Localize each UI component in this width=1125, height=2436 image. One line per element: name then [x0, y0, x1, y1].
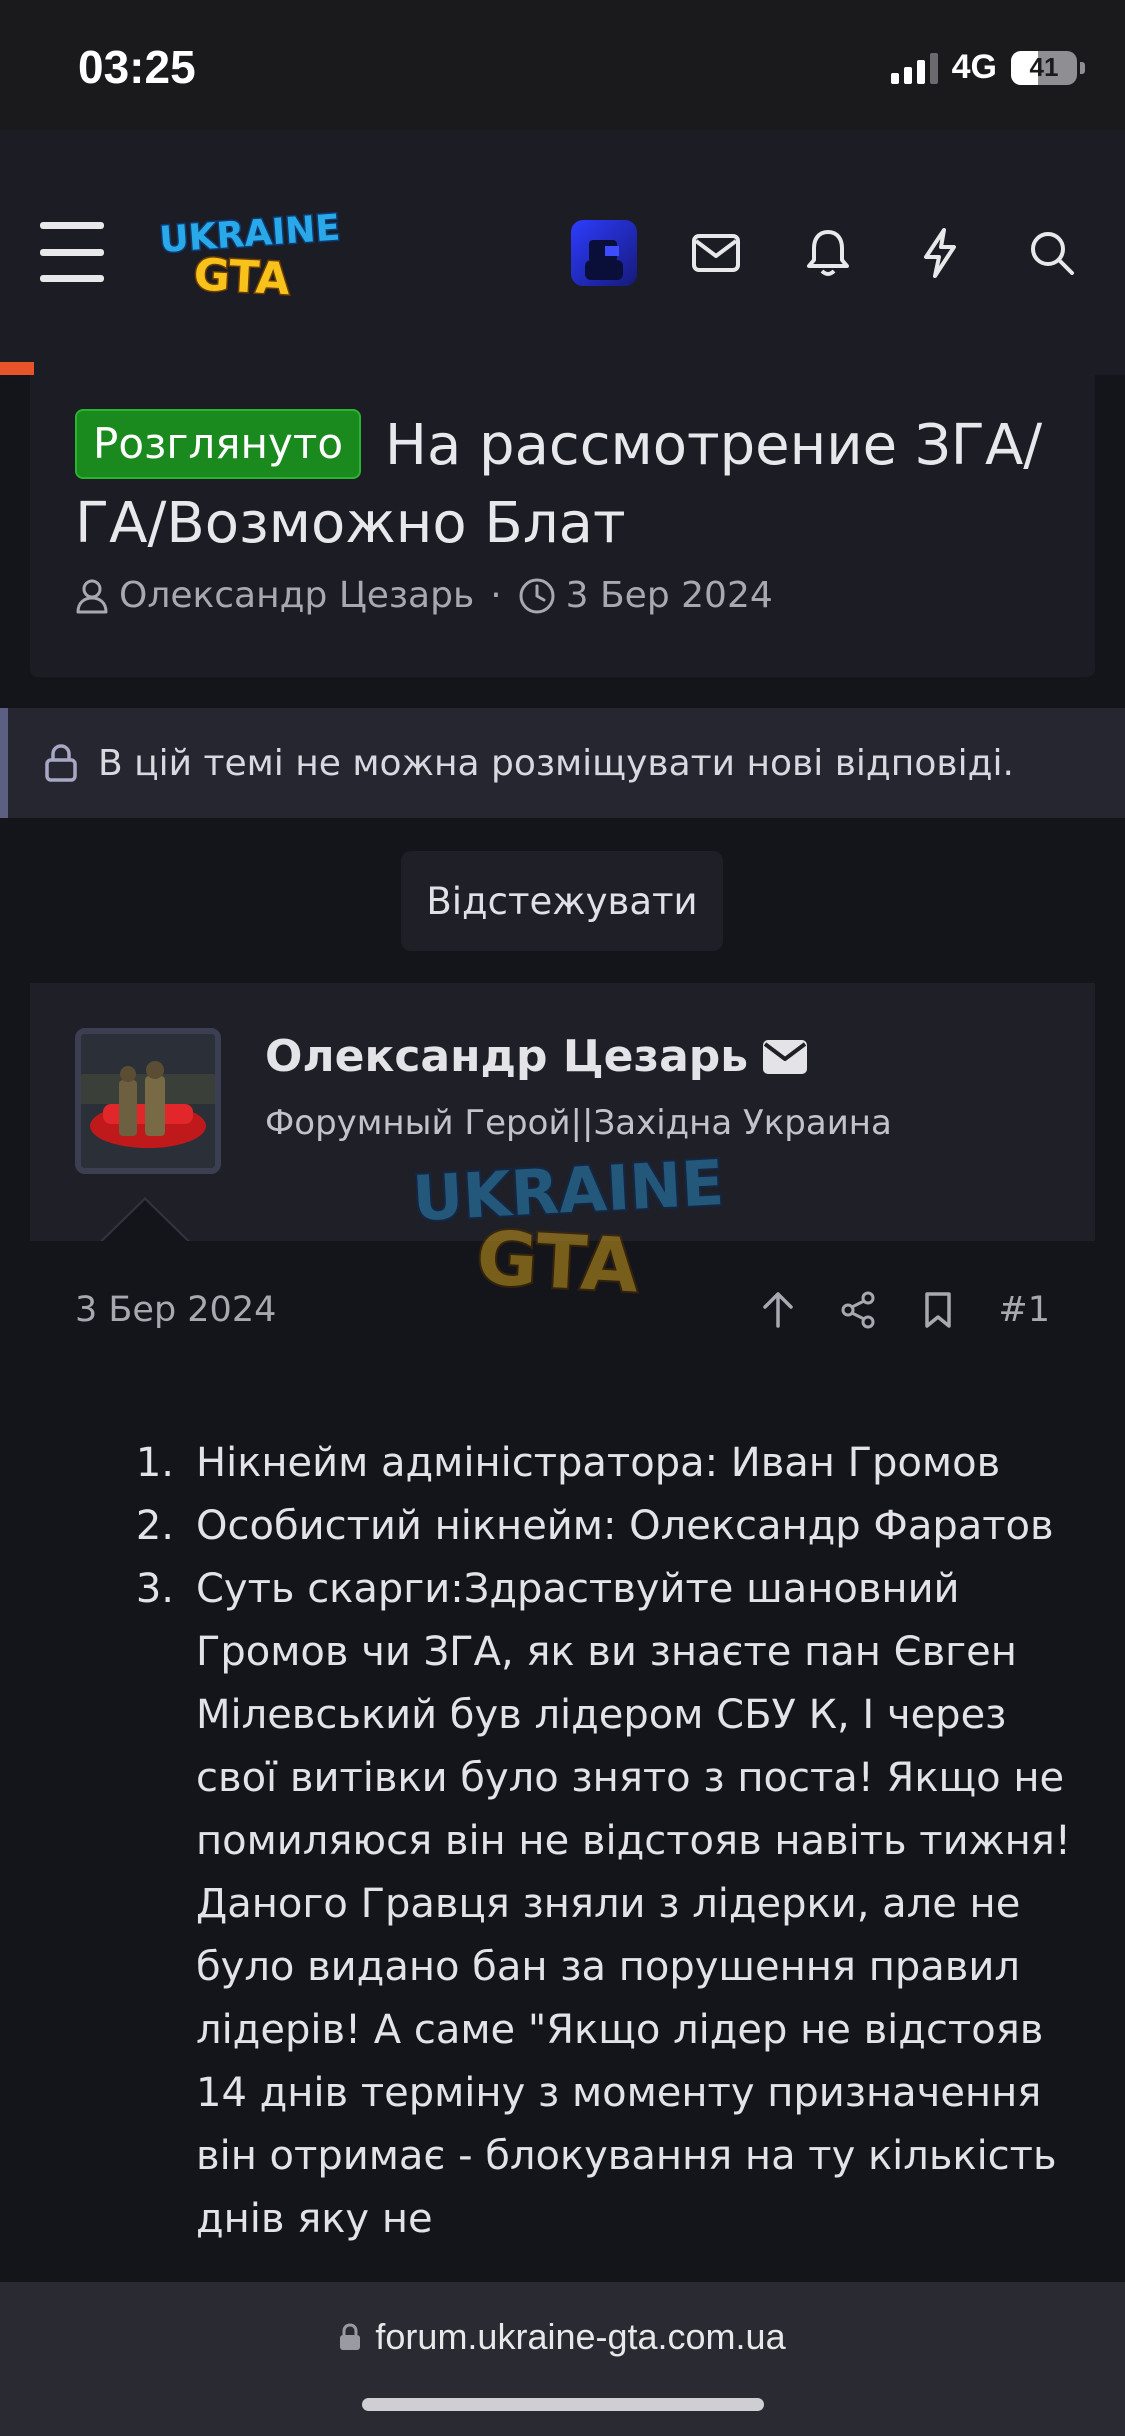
user-avatar-icon[interactable]	[571, 220, 637, 286]
clock-icon	[519, 578, 555, 613]
notice-text: В цій темі не можна розміщувати нові від…	[98, 742, 1014, 784]
thread-date[interactable]: 3 Бер 2024	[566, 575, 773, 616]
lock-icon	[45, 744, 77, 782]
status-indicators: 4G 41	[890, 48, 1085, 87]
home-indicator[interactable]	[362, 2398, 764, 2411]
site-logo[interactable]: UKRAINE GTA	[152, 204, 342, 304]
list-item: 1. Нікнейм адміністратора: Иван Громов	[135, 1440, 1001, 1486]
list-item-text: Особистий нікнейм: Олександр Фаратов	[196, 1503, 1054, 1549]
list-item-text: Суть скарги:Здраствуйте шановний Громов …	[196, 1566, 1071, 2242]
lock-icon	[340, 2323, 361, 2350]
bolt-icon[interactable]	[907, 220, 973, 286]
post-meta: 3 Бер 2024 #1	[75, 1285, 1050, 1335]
status-time: 03:25	[78, 41, 196, 93]
site-header: UKRAINE GTA	[0, 130, 1125, 375]
user-icon	[76, 579, 108, 613]
header-accent	[0, 362, 34, 375]
meta-separator: ·	[490, 575, 502, 616]
list-item: 2. Особистий нікнейм: Олександр Фаратов	[135, 1503, 1054, 1549]
url-text: forum.ukraine-gta.com.ua	[375, 2316, 786, 2357]
mail-icon[interactable]	[683, 220, 749, 286]
post-number[interactable]: #1	[998, 1290, 1050, 1330]
avatar[interactable]	[75, 1028, 221, 1174]
status-bar: 03:25 4G 41	[0, 0, 1125, 130]
arrow-up-icon[interactable]	[758, 1290, 798, 1330]
thread-meta: Олександр Цезарь · 3 Бер 2024	[75, 575, 773, 616]
browser-url-bar[interactable]: forum.ukraine-gta.com.ua	[0, 2282, 1125, 2436]
post-date[interactable]: 3 Бер 2024	[75, 1290, 276, 1330]
battery-icon: 41	[1011, 50, 1077, 85]
list-item: 3. Суть скарги:Здраствуйте шановний Громо…	[135, 1566, 1071, 2242]
thread-author[interactable]: Олександр Цезарь	[119, 575, 474, 616]
locked-notice: В цій темі не можна розміщувати нові від…	[0, 708, 1125, 818]
post-user-title: Форумный Герой||Західна Украина	[265, 1103, 892, 1143]
network-type: 4G	[951, 48, 997, 86]
post-username[interactable]: Олександр Цезарь	[265, 1031, 748, 1082]
status-badge[interactable]: Розглянуто	[75, 409, 362, 479]
bell-icon[interactable]	[795, 220, 861, 286]
header-icons	[571, 220, 1085, 286]
battery-percent: 41	[1029, 52, 1059, 82]
post-actions: #1	[758, 1290, 1050, 1330]
post-username-row: Олександр Цезарь	[265, 1031, 808, 1082]
list-item-text: Нікнейм адміністратора: Иван Громов	[196, 1440, 1001, 1486]
post-body: 1. Нікнейм адміністратора: Иван Громов 2.…	[120, 1432, 1080, 2251]
thread-header: Розглянуто На рассмотрение ЗГА/ГА/Возмож…	[30, 375, 1095, 677]
bookmark-icon[interactable]	[918, 1290, 958, 1330]
svg-text:GTA: GTA	[193, 249, 292, 304]
watch-button[interactable]: Відстежувати	[401, 851, 723, 951]
mail-icon[interactable]	[762, 1039, 808, 1075]
share-icon[interactable]	[838, 1290, 878, 1330]
page-title: Розглянуто На рассмотрение ЗГА/ГА/Возмож…	[75, 407, 1085, 563]
search-icon[interactable]	[1019, 220, 1085, 286]
post-list: 1. Нікнейм адміністратора: Иван Громов 2.…	[120, 1432, 1080, 2251]
signal-icon	[890, 52, 938, 84]
menu-icon[interactable]	[40, 222, 104, 282]
url-display[interactable]: forum.ukraine-gta.com.ua	[0, 2316, 1125, 2358]
